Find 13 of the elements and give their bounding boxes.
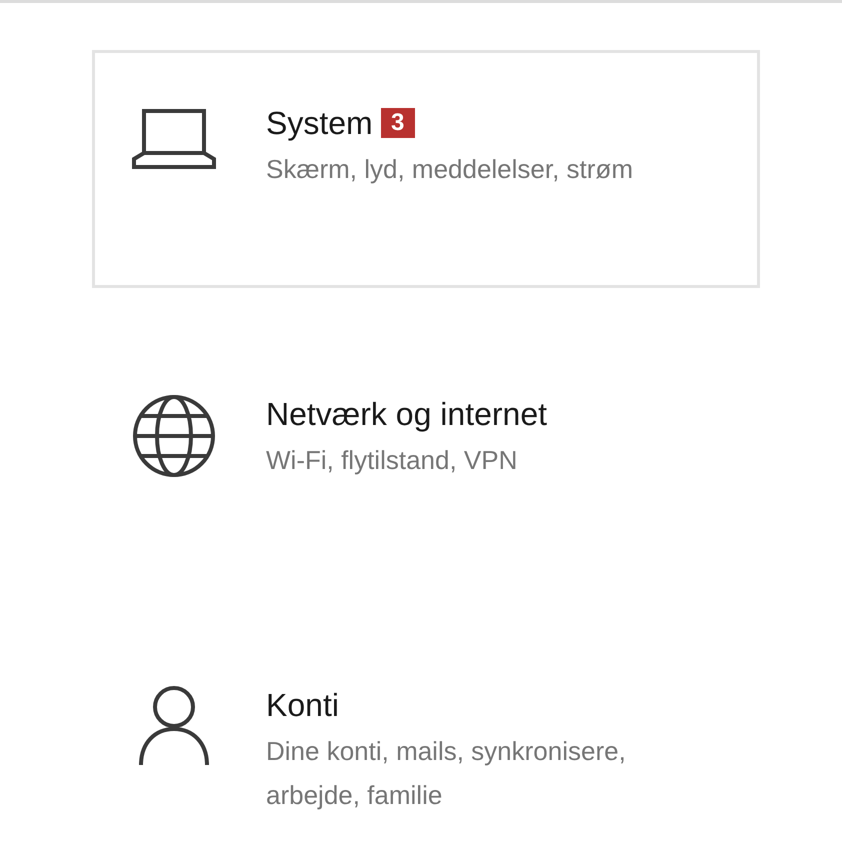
settings-item[interactable]: Netværk og internet Wi-Fi, flytilstand, VPN xyxy=(92,341,760,579)
item-title: Konti xyxy=(266,686,339,725)
settings-item[interactable]: Konti Dine konti, mails, synkronisere, arbejde, familie xyxy=(92,632,760,862)
item-title: System xyxy=(266,104,373,143)
item-description: Dine konti, mails, synkronisere, arbejde, familie xyxy=(266,735,627,812)
item-description: Skærm, lyd, meddelelser, strøm xyxy=(266,153,634,186)
item-description: Wi-Fi, flytilstand, VPN xyxy=(266,444,518,477)
globe-icon xyxy=(132,394,216,478)
settings-item[interactable]: System 3 Skærm, lyd, meddelelser, strøm xyxy=(92,50,760,288)
item-title: Netværk og internet xyxy=(266,395,548,434)
number-badge: 3 xyxy=(380,108,415,138)
laptop-icon xyxy=(132,109,216,169)
person-icon xyxy=(138,685,210,767)
